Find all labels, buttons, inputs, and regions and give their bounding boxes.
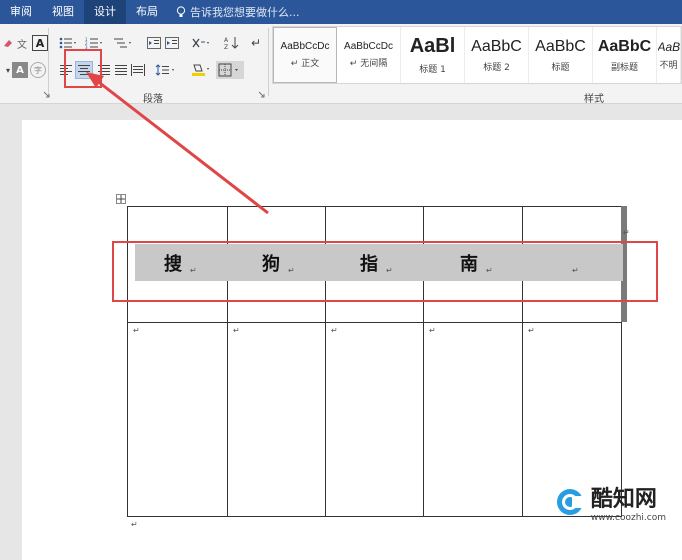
annotation-arrow-icon: [86, 72, 269, 215]
watermark-title: 酷知网: [590, 487, 657, 512]
watermark: 酷知网 www.coozhi.com: [555, 481, 666, 523]
coozhi-logo-icon: [556, 489, 584, 515]
watermark-url: www.coozhi.com: [590, 513, 666, 523]
